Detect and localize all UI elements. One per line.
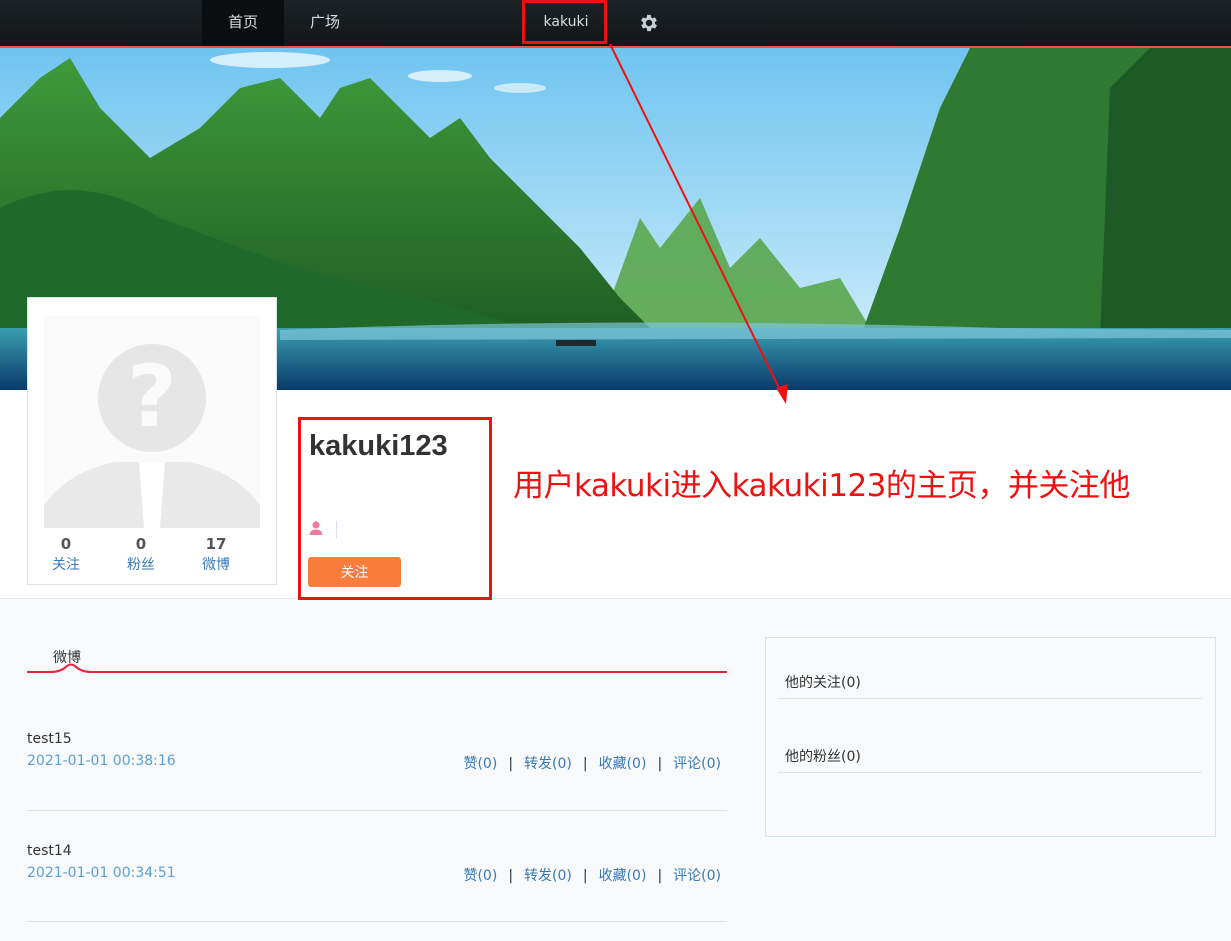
followers-link[interactable]: 粉丝 bbox=[106, 555, 176, 575]
action-separator: | bbox=[508, 868, 514, 884]
sidebar-divider bbox=[778, 772, 1202, 773]
repost-link[interactable]: 转发(0) bbox=[524, 868, 572, 884]
post-actions: 赞(0) | 转发(0) | 收藏(0) | 评论(0) bbox=[463, 865, 721, 885]
tab-underline bbox=[27, 663, 727, 673]
action-separator: | bbox=[657, 756, 663, 772]
sidebar-divider bbox=[778, 698, 1202, 699]
following-count: 0 bbox=[60, 535, 72, 553]
nav-square-link[interactable]: 广场 bbox=[284, 0, 366, 46]
top-navigation-bar: 首页 广场 kakuki bbox=[0, 0, 1231, 48]
comment-link[interactable]: 评论(0) bbox=[673, 756, 721, 772]
post-divider bbox=[27, 921, 727, 922]
followers-count: 0 bbox=[135, 535, 147, 553]
his-following-title[interactable]: 他的关注(0) bbox=[785, 672, 861, 692]
favorite-link[interactable]: 收藏(0) bbox=[599, 868, 647, 884]
action-separator: | bbox=[582, 756, 588, 772]
comment-link[interactable]: 评论(0) bbox=[673, 868, 721, 884]
profile-avatar-card: ? 0 关注 0 粉丝 17 微博 bbox=[27, 297, 277, 585]
post-timestamp: 2021-01-01 00:34:51 bbox=[27, 865, 176, 881]
post-content: test14 bbox=[27, 843, 72, 859]
post-actions: 赞(0) | 转发(0) | 收藏(0) | 评论(0) bbox=[463, 753, 721, 773]
like-link[interactable]: 赞(0) bbox=[463, 868, 497, 884]
action-separator: | bbox=[508, 756, 514, 772]
gear-icon[interactable] bbox=[638, 12, 660, 34]
favorite-link[interactable]: 收藏(0) bbox=[599, 756, 647, 772]
posts-link[interactable]: 微博 bbox=[181, 555, 251, 575]
annotation-highlight-profile bbox=[298, 417, 492, 600]
posts-count: 17 bbox=[205, 535, 227, 553]
following-link[interactable]: 关注 bbox=[31, 555, 101, 575]
action-separator: | bbox=[657, 868, 663, 884]
post-content: test15 bbox=[27, 731, 72, 747]
annotation-caption: 用户kakuki进入kakuki123的主页，并关注他 bbox=[513, 468, 1130, 504]
annotation-highlight-current-user bbox=[522, 0, 607, 44]
like-link[interactable]: 赞(0) bbox=[463, 756, 497, 772]
default-avatar-placeholder: ? bbox=[44, 316, 260, 528]
relations-sidebar: 他的关注(0) 他的粉丝(0) bbox=[765, 637, 1216, 837]
action-separator: | bbox=[582, 868, 588, 884]
nav-home-link[interactable]: 首页 bbox=[202, 0, 284, 46]
repost-link[interactable]: 转发(0) bbox=[524, 756, 572, 772]
post-timestamp: 2021-01-01 00:38:16 bbox=[27, 753, 176, 769]
his-followers-title[interactable]: 他的粉丝(0) bbox=[785, 746, 861, 766]
svg-text:?: ? bbox=[127, 347, 177, 447]
post-divider bbox=[27, 810, 727, 811]
